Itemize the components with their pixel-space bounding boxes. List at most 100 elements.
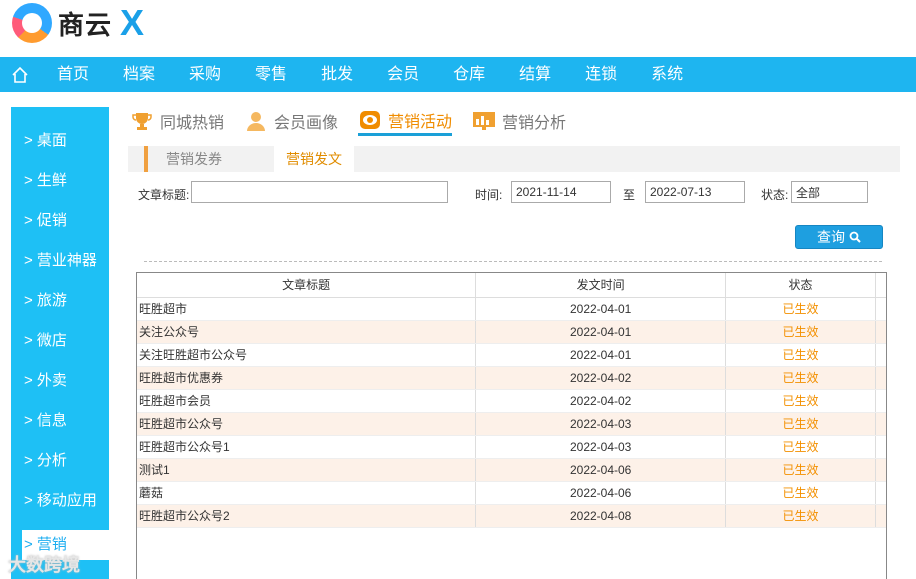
row-title: 旺胜超市	[137, 297, 477, 321]
chart-icon	[472, 109, 496, 133]
tab-marketing-activity[interactable]: 营销活动	[358, 106, 453, 136]
tab-member-profile[interactable]: 会员画像	[244, 106, 338, 136]
sidebar-item-info[interactable]: > 信息	[11, 401, 109, 441]
sidebar-item-business-tools[interactable]: > 营业神器	[11, 241, 109, 281]
row-spacer	[875, 366, 886, 390]
brand-mark: X	[120, 2, 145, 43]
row-title: 关注旺胜超市公众号	[137, 343, 477, 367]
nav-item-member[interactable]: 会员	[370, 57, 436, 92]
row-spacer	[875, 435, 886, 459]
sidebar-item-fresh[interactable]: > 生鲜	[11, 161, 109, 201]
column-header-status[interactable]: 状态	[725, 273, 876, 298]
sidebar-item-mobile-app[interactable]: > 移动应用	[11, 481, 109, 521]
title-input[interactable]	[191, 181, 448, 203]
tab-marketing-analysis[interactable]: 营销分析	[472, 106, 566, 136]
status-select[interactable]	[791, 181, 868, 203]
date-to-input[interactable]	[645, 181, 745, 203]
eye-icon	[358, 108, 382, 132]
table-body: 旺胜超市 2022-04-01 已生效 关注公众号 2022-04-01 已生效 关注旺胜超…	[137, 297, 886, 528]
subtab-article[interactable]: 营销发文	[274, 146, 354, 172]
row-time: 2022-04-08	[475, 504, 727, 528]
nav-item-chain[interactable]: 连锁	[568, 57, 634, 92]
nav-item-purchase[interactable]: 采购	[172, 57, 238, 92]
row-status: 已生效	[725, 343, 876, 367]
table-row[interactable]: 旺胜超市会员 2022-04-02 已生效	[137, 389, 886, 413]
sidebar-item-micro-store[interactable]: > 微店	[11, 321, 109, 361]
time-label: 时间:	[475, 188, 503, 202]
to-label: 至	[623, 188, 636, 202]
row-title: 测试1	[137, 458, 477, 482]
nav-item-archive[interactable]: 档案	[106, 57, 172, 92]
row-status: 已生效	[725, 320, 876, 344]
row-time: 2022-04-02	[475, 366, 727, 390]
table-row[interactable]: 关注旺胜超市公众号 2022-04-01 已生效	[137, 343, 886, 367]
column-header-title[interactable]: 文章标题	[137, 273, 477, 298]
row-time: 2022-04-03	[475, 412, 727, 436]
sidebar-item-takeout[interactable]: > 外卖	[11, 361, 109, 401]
row-time: 2022-04-06	[475, 481, 727, 505]
table-row[interactable]: 旺胜超市公众号 2022-04-03 已生效	[137, 412, 886, 436]
row-title: 旺胜超市公众号	[137, 412, 477, 436]
row-status: 已生效	[725, 435, 876, 459]
brand-name: 商云	[58, 9, 113, 40]
row-spacer	[875, 320, 886, 344]
nav-item-system[interactable]: 系统	[634, 57, 700, 92]
sidebar-item-travel[interactable]: > 旅游	[11, 281, 109, 321]
watermark: 大数跨境	[8, 555, 80, 575]
sidebar-item-promotion[interactable]: > 促销	[11, 201, 109, 241]
nav-item-home[interactable]: 首页	[40, 57, 106, 92]
home-icon[interactable]	[0, 57, 40, 92]
tab-label: 营销分析	[502, 115, 567, 132]
nav-item-wholesale[interactable]: 批发	[304, 57, 370, 92]
trophy-icon	[130, 109, 154, 133]
table-row[interactable]: 关注公众号 2022-04-01 已生效	[137, 320, 886, 344]
row-time: 2022-04-02	[475, 389, 727, 413]
divider	[144, 261, 882, 262]
row-time: 2022-04-03	[475, 435, 727, 459]
row-spacer	[875, 412, 886, 436]
subtab-coupon[interactable]: 营销发券	[144, 146, 222, 172]
table-row[interactable]: 旺胜超市优惠券 2022-04-02 已生效	[137, 366, 886, 390]
table-row[interactable]: 旺胜超市公众号2 2022-04-08 已生效	[137, 504, 886, 528]
row-title: 旺胜超市公众号1	[137, 435, 477, 459]
row-title: 关注公众号	[137, 320, 477, 344]
row-status: 已生效	[725, 504, 876, 528]
logo-icon	[12, 3, 52, 43]
date-from-input[interactable]	[511, 181, 611, 203]
row-status: 已生效	[725, 458, 876, 482]
row-spacer	[875, 297, 886, 321]
feature-tabs: 同城热销 会员画像 营销活动 营销分析	[130, 106, 586, 136]
tab-local-hot-sales[interactable]: 同城热销	[130, 106, 224, 136]
row-spacer	[875, 389, 886, 413]
table-row[interactable]: 蘑菇 2022-04-06 已生效	[137, 481, 886, 505]
search-icon	[849, 231, 861, 243]
logo: 商云 X	[12, 3, 144, 43]
row-time: 2022-04-06	[475, 458, 727, 482]
nav-item-retail[interactable]: 零售	[238, 57, 304, 92]
column-header-time[interactable]: 发文时间	[475, 273, 727, 298]
nav-item-settlement[interactable]: 结算	[502, 57, 568, 92]
column-header-spacer	[875, 273, 886, 298]
table-row[interactable]: 旺胜超市 2022-04-01 已生效	[137, 297, 886, 321]
row-status: 已生效	[725, 366, 876, 390]
row-title: 旺胜超市优惠券	[137, 366, 477, 390]
tab-label: 同城热销	[160, 115, 225, 132]
row-time: 2022-04-01	[475, 297, 727, 321]
main-nav: 首页 档案 采购 零售 批发 会员 仓库 结算 连锁 系统	[0, 57, 916, 92]
query-button-label: 查询	[817, 229, 845, 245]
row-spacer	[875, 481, 886, 505]
row-status: 已生效	[725, 481, 876, 505]
table-row[interactable]: 测试1 2022-04-06 已生效	[137, 458, 886, 482]
sidebar: > 桌面 > 生鲜 > 促销 > 营业神器 > 旅游 > 微店 > 外卖 > 信…	[11, 107, 109, 579]
header: 商云 X	[0, 0, 916, 57]
nav-item-warehouse[interactable]: 仓库	[436, 57, 502, 92]
table-row[interactable]: 旺胜超市公众号1 2022-04-03 已生效	[137, 435, 886, 459]
user-icon	[244, 109, 268, 133]
row-title: 旺胜超市会员	[137, 389, 477, 413]
app-window: 商云 X 首页 档案 采购 零售 批发 会员 仓库 结算 连锁 系统 > 桌面 …	[0, 0, 916, 579]
sidebar-item-analysis[interactable]: > 分析	[11, 441, 109, 481]
row-status: 已生效	[725, 412, 876, 436]
sidebar-item-desktop[interactable]: > 桌面	[11, 121, 109, 161]
query-button[interactable]: 查询	[795, 225, 883, 249]
filter-bar: 文章标题: 时间: 至 状态:	[138, 181, 898, 205]
